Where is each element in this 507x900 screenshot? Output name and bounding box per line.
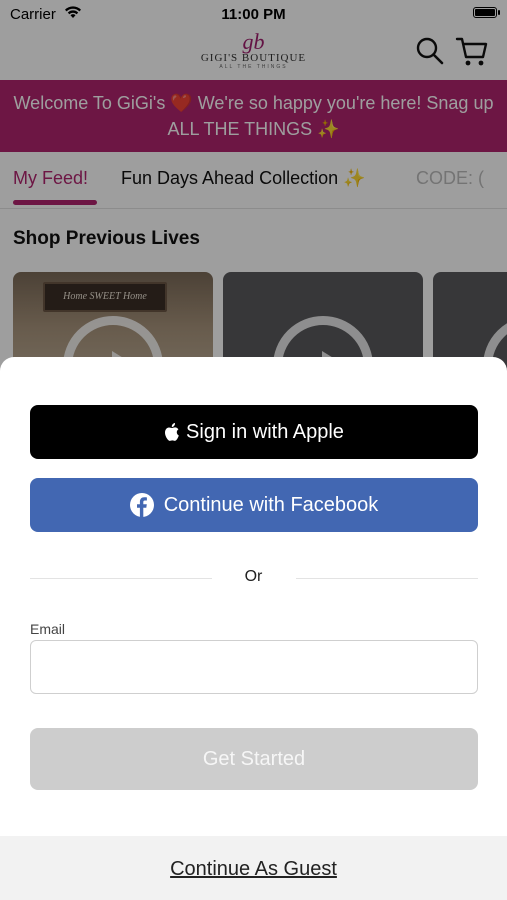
or-separator: Or	[244, 568, 263, 585]
divider-right	[296, 578, 478, 579]
email-label: Email	[30, 621, 66, 637]
facebook-button-label: Continue with Facebook	[163, 493, 379, 516]
login-sheet: Sign in with Apple Continue with Faceboo…	[0, 357, 507, 900]
continue-with-facebook-button[interactable]: Continue with Facebook	[30, 478, 478, 532]
guest-bar: Continue As Guest	[0, 836, 507, 900]
apple-icon	[165, 423, 179, 441]
get-started-button[interactable]: Get Started	[30, 728, 478, 790]
email-field[interactable]	[30, 640, 478, 694]
facebook-icon	[129, 493, 154, 517]
apple-button-label: Sign in with Apple	[186, 420, 344, 443]
continue-as-guest-link[interactable]: Continue As Guest	[0, 858, 507, 881]
sign-in-with-apple-button[interactable]: Sign in with Apple	[30, 405, 478, 459]
